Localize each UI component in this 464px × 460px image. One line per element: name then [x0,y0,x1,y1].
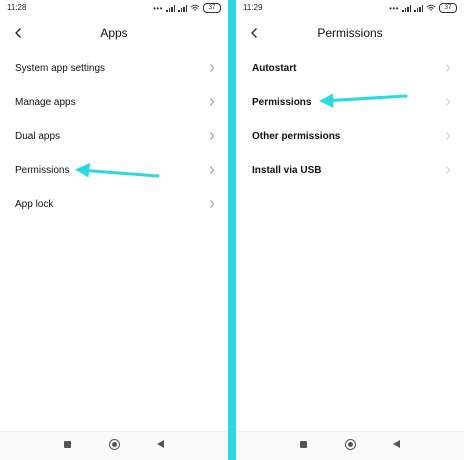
menu-item-label: Manage apps [15,97,76,108]
status-time: 11:28 [7,3,27,12]
home-circle-icon[interactable] [345,439,356,450]
status-bar: 11:29 ••• 37 [236,0,464,16]
annotation-arrow [75,163,160,178]
home-circle-icon[interactable] [109,439,120,450]
annotation-arrow [319,93,408,108]
wifi-icon [190,4,200,11]
chevron-right-icon [446,98,451,106]
navigation-bar [0,431,228,460]
menu-item-label: Install via USB [252,165,322,176]
menu-item-label: Permissions [15,165,70,176]
chevron-right-icon [210,98,215,106]
chevron-right-icon [446,64,451,72]
battery-icon: 37 [203,3,221,13]
chevron-right-icon [210,64,215,72]
apps-screen: 11:28 ••• 37 Apps System app settings Ma… [0,0,228,460]
more-dots-icon: ••• [153,3,163,13]
settings-list: Autostart Permissions Other permissions … [236,56,464,192]
menu-item-autostart[interactable]: Autostart [236,56,464,90]
signal-icon [402,4,411,12]
chevron-right-icon [210,132,215,140]
back-triangle-icon[interactable] [157,440,164,448]
status-icons: ••• 37 [389,3,457,13]
menu-item-label: System app settings [15,63,106,74]
chevron-right-icon [210,166,215,174]
menu-item-dual-apps[interactable]: Dual apps [0,124,228,158]
menu-item-other-permissions[interactable]: Other permissions [236,124,464,158]
chevron-right-icon [446,132,451,140]
recents-square-icon[interactable] [300,441,307,448]
battery-icon: 37 [439,3,457,13]
page-title: Permissions [317,26,383,40]
navigation-bar [236,431,464,460]
signal-icon [178,4,187,12]
menu-item-manage-apps[interactable]: Manage apps [0,90,228,124]
signal-icon [414,4,423,12]
wifi-icon [426,4,436,11]
screen-divider [228,0,236,460]
chevron-right-icon [446,166,451,174]
menu-item-install-via-usb[interactable]: Install via USB [236,158,464,192]
chevron-right-icon [210,200,215,208]
status-time: 11:29 [243,3,263,12]
header: Apps [0,22,228,46]
menu-item-label: Dual apps [15,131,61,142]
signal-icon [166,4,175,12]
more-dots-icon: ••• [389,3,399,13]
menu-item-label: App lock [15,199,54,210]
menu-item-label: Other permissions [252,131,341,142]
menu-item-label: Permissions [252,97,312,108]
permissions-screen: 11:29 ••• 37 Permissions Autostart Permi… [236,0,464,460]
header: Permissions [236,22,464,46]
page-title: Apps [100,26,128,40]
settings-list: System app settings Manage apps Dual app… [0,56,228,226]
menu-item-app-lock[interactable]: App lock [0,192,228,226]
menu-item-system-app-settings[interactable]: System app settings [0,56,228,90]
back-triangle-icon[interactable] [393,440,400,448]
status-bar: 11:28 ••• 37 [0,0,228,16]
menu-item-label: Autostart [252,63,297,74]
recents-square-icon[interactable] [64,441,71,448]
status-icons: ••• 37 [153,3,221,13]
